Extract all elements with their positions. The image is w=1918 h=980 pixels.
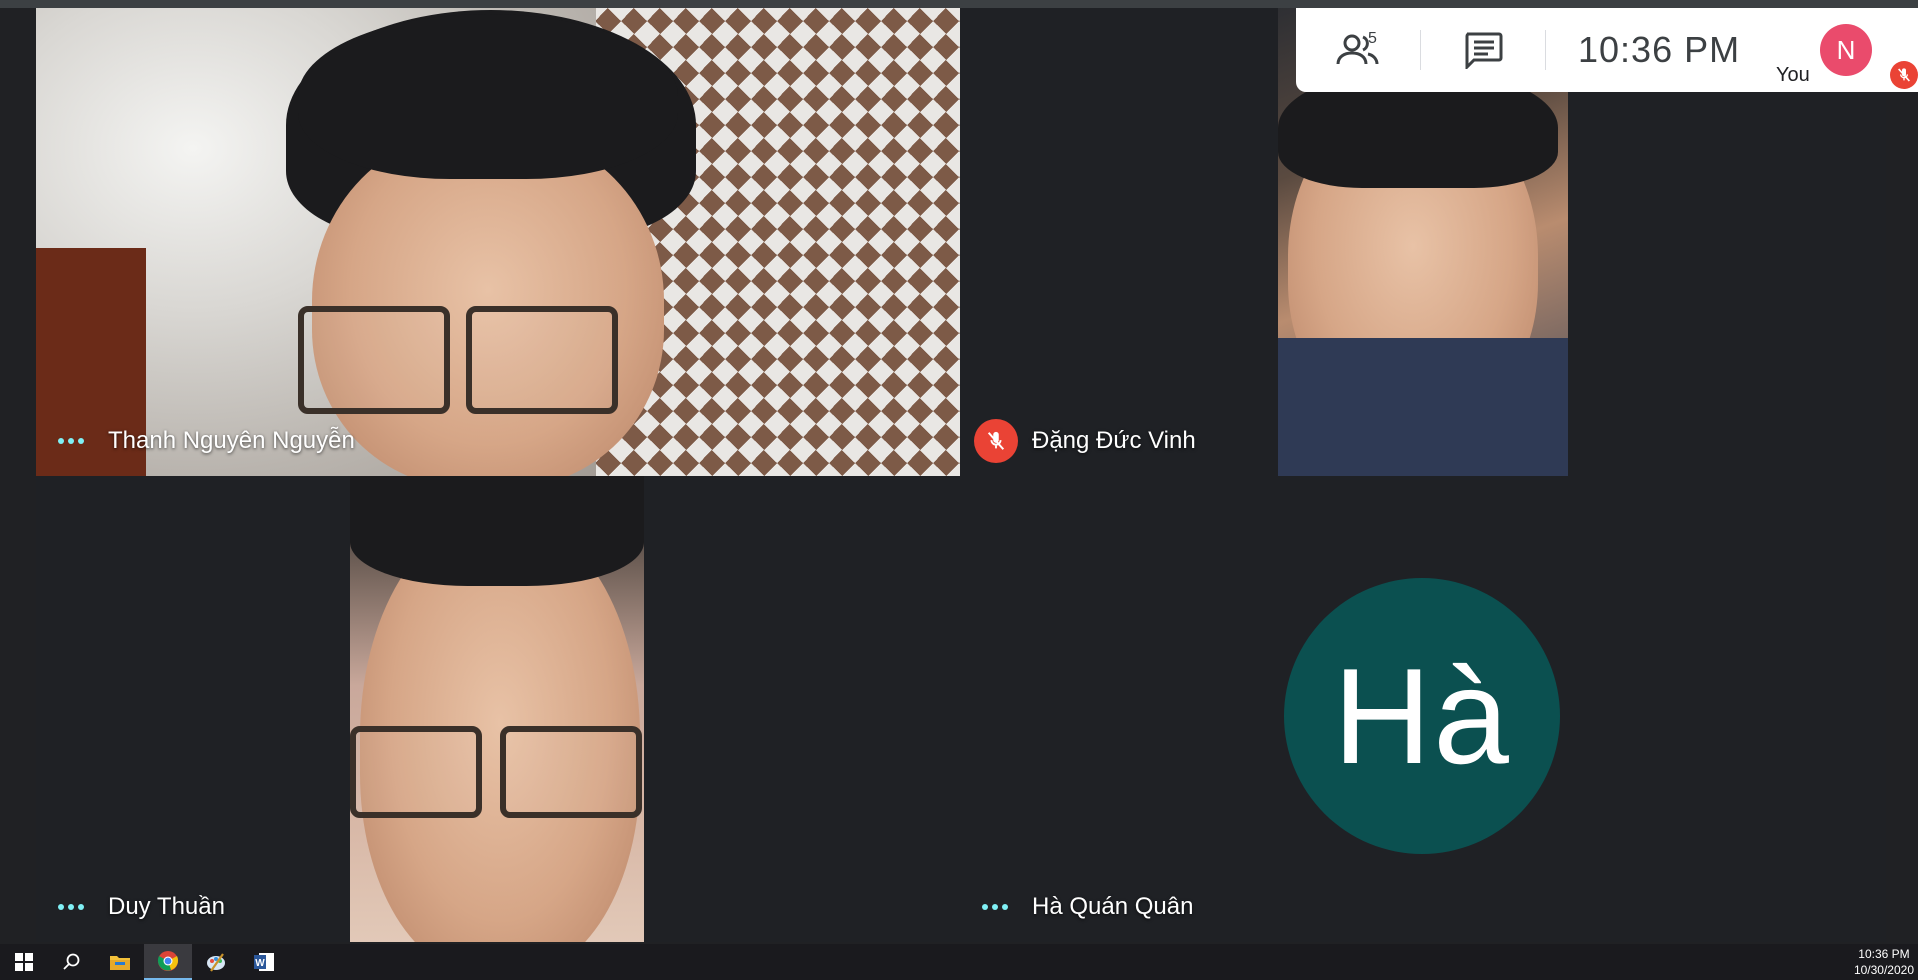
participant-tile-4[interactable]: Hà Hà Quán Quân xyxy=(960,476,1886,942)
windows-start-icon[interactable] xyxy=(0,944,48,980)
participant-name: Đặng Đức Vinh xyxy=(1032,427,1196,454)
participants-count: 5 xyxy=(1368,30,1377,47)
video-person xyxy=(298,14,678,179)
participant-name: Thanh Nguyên Nguyễn xyxy=(108,427,355,454)
participant-tile-1[interactable]: Thanh Nguyên Nguyễn xyxy=(36,8,960,476)
participant-name-row: Hà Quán Quân xyxy=(982,890,1193,924)
word-icon[interactable]: W xyxy=(240,944,288,980)
people-button[interactable]: 5 xyxy=(1296,8,1420,92)
self-initial: N xyxy=(1836,34,1856,65)
window-top-strip xyxy=(0,0,1918,8)
participant-name: Hà Quán Quân xyxy=(1032,893,1194,920)
participant-tile-3[interactable]: Duy Thuần xyxy=(36,476,960,942)
self-label: You xyxy=(1776,64,1810,86)
mic-off-icon xyxy=(1890,61,1918,89)
more-options-icon[interactable] xyxy=(58,438,86,444)
participant-video xyxy=(350,476,644,942)
taskbar: W 10:36 PM 10/30/2020 xyxy=(0,944,1918,980)
video-person xyxy=(466,306,618,414)
chat-icon xyxy=(1465,32,1503,69)
video-person xyxy=(500,726,642,818)
participant-avatar: Hà xyxy=(1284,578,1560,854)
file-explorer-icon[interactable] xyxy=(96,944,144,980)
more-options-icon[interactable] xyxy=(58,904,86,910)
video-person xyxy=(350,726,482,818)
chrome-icon[interactable] xyxy=(144,944,192,980)
video-person xyxy=(298,306,450,414)
participant-name: Duy Thuần xyxy=(108,893,225,920)
video-person xyxy=(1278,338,1568,476)
svg-text:W: W xyxy=(255,958,265,969)
system-time: 10:36 PM xyxy=(1858,947,1910,961)
self-avatar: N xyxy=(1820,24,1872,76)
paint-icon[interactable] xyxy=(192,944,240,980)
chat-button[interactable] xyxy=(1421,8,1545,92)
participant-name-row: Duy Thuần xyxy=(58,890,225,924)
avatar-text: Hà xyxy=(1333,640,1511,792)
system-date: 10/30/2020 xyxy=(1853,963,1914,977)
meeting-clock: 10:36 PM xyxy=(1578,29,1741,70)
more-options-icon[interactable] xyxy=(982,904,1010,910)
search-icon[interactable] xyxy=(48,944,96,980)
participant-name-row: Thanh Nguyên Nguyễn xyxy=(58,424,355,458)
meeting-info-panel: 5 10:36 PM xyxy=(1296,8,1830,92)
participant-name-row: Đặng Đức Vinh xyxy=(974,419,1196,463)
system-clock[interactable]: 10:36 PM 10/30/2020 xyxy=(1854,946,1914,978)
self-view[interactable]: N You xyxy=(1770,8,1918,92)
divider xyxy=(1545,30,1546,70)
video-person xyxy=(350,476,644,586)
video-person xyxy=(312,128,664,476)
participant-video xyxy=(36,8,960,476)
video-grid: Thanh Nguyên Nguyễn Đặng Đức Vinh Duy Th… xyxy=(36,8,1886,942)
mic-off-icon xyxy=(974,419,1018,463)
